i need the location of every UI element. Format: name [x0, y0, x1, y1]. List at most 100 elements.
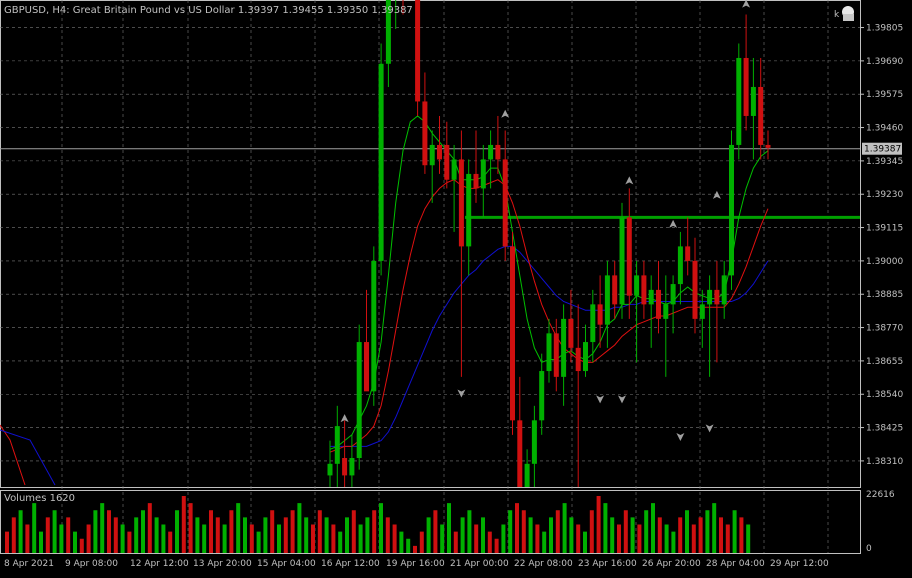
volume-bar — [32, 503, 37, 553]
chart-canvas[interactable]: 1.39805 1.39690 1.39575 1.39460 1.39345 1.392… — [0, 0, 912, 574]
volume-bar — [501, 524, 506, 553]
volume-bar — [447, 503, 451, 553]
volume-bar — [705, 510, 710, 553]
volume-bar — [623, 510, 628, 553]
volume-bar — [18, 510, 23, 553]
candle[interactable] — [356, 324, 362, 470]
volume-bar — [263, 517, 268, 553]
candle[interactable] — [619, 202, 625, 319]
volume-bar — [685, 510, 689, 553]
volume-bar — [256, 531, 261, 553]
volume-bar — [317, 510, 322, 553]
volume-bar — [487, 531, 492, 553]
volume-bar — [474, 524, 479, 553]
volume-bar — [39, 531, 43, 553]
candle[interactable] — [415, 0, 421, 116]
price-tick-label: 1.39230 — [866, 190, 903, 200]
candle-body — [729, 144, 734, 276]
volume-bar — [249, 524, 254, 553]
volume-bar — [589, 510, 594, 553]
candle-body — [488, 144, 494, 160]
volume-bar — [583, 531, 587, 553]
volume-bar — [413, 545, 417, 553]
time-tick-label: 12 Apr 12:00 — [130, 559, 189, 569]
candle-body — [736, 57, 742, 145]
price-tick-label: 1.38770 — [866, 324, 903, 334]
volume-bar — [732, 510, 737, 553]
candle-body — [531, 420, 537, 464]
volume-bar — [100, 503, 105, 553]
candle[interactable] — [510, 231, 515, 435]
candle-body — [604, 275, 610, 325]
volume-bar — [746, 524, 751, 553]
candle[interactable] — [736, 43, 742, 160]
volume-bar — [481, 517, 485, 553]
candle-body — [510, 246, 515, 421]
price-tick-label: 1.39690 — [866, 57, 903, 67]
volume-bar — [52, 510, 57, 553]
volume-bar — [549, 517, 553, 553]
volume-bar — [66, 517, 71, 553]
candle-body — [641, 275, 647, 305]
candle-body — [342, 458, 348, 476]
volume-bar — [617, 524, 621, 553]
volume-bar — [59, 524, 64, 553]
time-tick-label: 8 Apr 2021 — [4, 559, 54, 569]
candle-body — [634, 275, 640, 296]
time-tick-label: 29 Apr 12:00 — [770, 559, 829, 569]
volume-bar — [698, 517, 703, 553]
volume-bar — [603, 503, 608, 553]
volume-bar — [596, 496, 601, 553]
price-tick-label: 1.38310 — [866, 457, 903, 467]
candle-body — [758, 86, 764, 145]
time-tick-label: 28 Apr 04:00 — [706, 559, 765, 569]
volume-bar — [528, 517, 533, 553]
volume-bar — [664, 524, 669, 553]
volume-bar — [569, 517, 574, 553]
volume-bar — [25, 524, 30, 553]
price-tick-label: 1.39460 — [866, 124, 903, 134]
volume-panel-title: Volumes 1620 — [4, 493, 75, 504]
candle-body — [612, 275, 618, 305]
volume-bar — [433, 510, 438, 553]
volume-bar — [243, 517, 247, 553]
time-tick-label: 16 Apr 12:00 — [321, 559, 380, 569]
volume-bar — [644, 510, 649, 553]
volume-scale-bottom: 0 — [866, 544, 872, 554]
candle[interactable] — [371, 246, 377, 406]
volume-bar — [508, 510, 513, 553]
candle-body — [699, 304, 705, 319]
candle[interactable] — [378, 43, 384, 276]
price-tick-label: 1.38655 — [866, 357, 903, 367]
volume-bar — [365, 517, 370, 553]
candle-body — [356, 342, 362, 459]
volume-bar — [290, 510, 295, 553]
candle-body — [546, 333, 552, 372]
time-tick-label: 21 Apr 00:00 — [450, 559, 509, 569]
volume-bar — [161, 524, 166, 553]
volume-bar — [719, 517, 723, 553]
volume-bar — [691, 524, 696, 553]
volume-bar — [739, 517, 744, 553]
candle-body — [415, 0, 421, 102]
candle-body — [583, 342, 588, 372]
volume-bar — [297, 503, 302, 553]
candle[interactable] — [729, 130, 734, 290]
volume-bar — [521, 510, 526, 553]
candle-body — [422, 101, 428, 166]
candle-body — [429, 144, 435, 166]
volume-bar — [127, 531, 132, 553]
candle-body — [553, 333, 559, 377]
volume-bar — [399, 531, 404, 553]
candle-body — [590, 304, 596, 343]
chart-window[interactable]: 1.39805 1.39690 1.39575 1.39460 1.39345 1.392… — [0, 0, 912, 574]
candle-body — [561, 318, 567, 377]
volume-bar — [134, 517, 139, 553]
volume-bar — [188, 503, 193, 553]
volume-bar — [324, 517, 329, 553]
price-tick-label: 1.38540 — [866, 390, 903, 400]
time-tick-label: 15 Apr 04:00 — [257, 559, 316, 569]
candle-body — [364, 342, 369, 392]
k-label: k — [834, 10, 840, 20]
ea-body-icon — [843, 14, 854, 21]
